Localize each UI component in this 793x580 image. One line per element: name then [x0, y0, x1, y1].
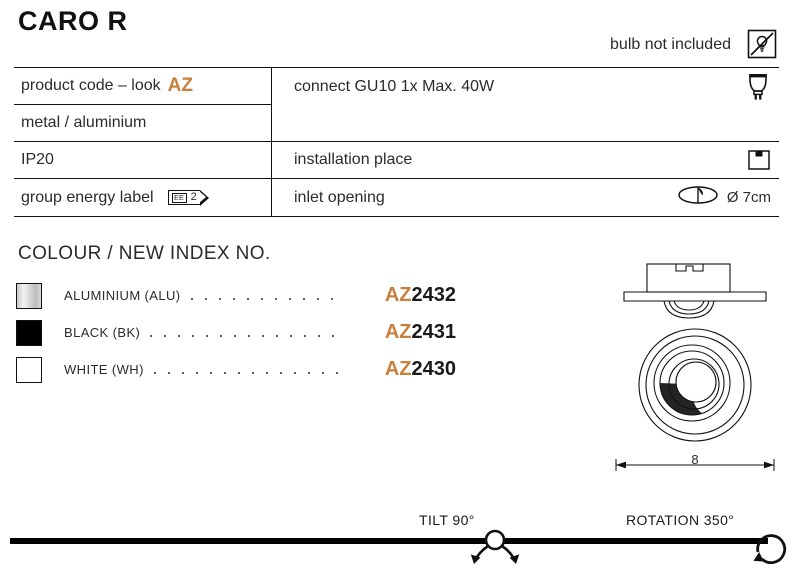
colour-swatch-aluminium — [16, 282, 42, 309]
table-row: IP20 installation place — [14, 142, 779, 179]
product-code-number: 2432 — [411, 284, 457, 306]
spec-cell-empty — [272, 105, 779, 142]
energy-label-badge: EE 2 — [167, 189, 209, 206]
product-code-number: 2430 — [411, 358, 457, 380]
colour-section-heading: COLOUR / NEW INDEX NO. — [18, 243, 271, 264]
product-code-white: AZ2430 — [348, 358, 456, 381]
table-row: product code – look AZ connect GU10 1x M… — [14, 68, 779, 105]
rotation-arrow-icon — [745, 525, 791, 575]
spec-cell-inlet-opening: inlet opening Ø 7cm — [272, 179, 779, 216]
product-code-black: AZ2431 — [348, 321, 456, 344]
inlet-opening-icon — [677, 184, 719, 211]
mounting-bar — [10, 538, 768, 544]
spec-cell-connect: connect GU10 1x Max. 40W — [272, 68, 779, 105]
product-code-prefix: AZ — [384, 358, 412, 380]
bulb-not-included-icon — [747, 29, 777, 59]
rotation-label: ROTATION 350° — [626, 512, 735, 528]
colour-swatch-black — [16, 319, 42, 346]
energy-label-value: 2 — [190, 191, 197, 203]
drawing-dimension-label: 8 — [691, 452, 699, 467]
product-code-prefix: AZ — [384, 284, 412, 306]
dot-leader — [184, 289, 345, 303]
energy-label-code: EE — [171, 192, 187, 203]
list-item[interactable]: BLACK (BK) AZ2431 — [16, 314, 456, 351]
dot-leader — [144, 326, 344, 340]
table-row: group energy label EE 2 inlet opening Ø … — [14, 179, 779, 216]
table-row: metal / aluminium — [14, 105, 779, 142]
colour-name-white: WHITE (WH) — [64, 362, 144, 377]
spec-label-energy-label: group energy label — [21, 188, 154, 206]
spec-label-material: metal / aluminium — [21, 114, 147, 131]
list-item[interactable]: ALUMINIUM (ALU) AZ2432 — [16, 277, 456, 314]
spec-cell-installation-place: installation place — [272, 142, 779, 179]
spec-accent-az: AZ — [167, 75, 193, 96]
page-title: CARO R — [18, 6, 128, 36]
colour-name-black: BLACK (BK) — [64, 325, 141, 340]
spec-label-connect: connect GU10 1x Max. 40W — [294, 77, 495, 95]
ceiling-recessed-icon — [747, 148, 771, 172]
inlet-opening-dimension: Ø 7cm — [726, 189, 771, 206]
product-code-number: 2431 — [411, 321, 457, 343]
spec-cell-energy-label: group energy label EE 2 — [14, 179, 272, 216]
spec-cell-ip-rating: IP20 — [14, 142, 272, 179]
colour-swatch-white — [16, 356, 42, 383]
recessed-downlight-technical-drawing — [600, 252, 790, 482]
spec-label-ip-rating: IP20 — [21, 151, 54, 168]
specification-table: product code – look AZ connect GU10 1x M… — [14, 67, 779, 217]
product-code-prefix: AZ — [384, 321, 412, 343]
energy-label-arrow — [199, 189, 209, 206]
bulb-not-included-label: bulb not included — [610, 36, 731, 53]
spec-cell-product-code: product code – look AZ — [14, 68, 272, 105]
spec-label-installation-place: installation place — [294, 151, 413, 168]
colour-name-aluminium: ALUMINIUM (ALU) — [64, 288, 181, 303]
product-code-aluminium: AZ2432 — [348, 284, 456, 307]
energy-label-box: EE 2 — [167, 190, 200, 205]
list-item[interactable]: WHITE (WH) AZ2430 — [16, 351, 456, 388]
tilt-label: TILT 90° — [419, 512, 475, 528]
colour-index-list: ALUMINIUM (ALU) AZ2432 BLACK (BK) AZ2431… — [16, 277, 456, 388]
spec-label-inlet-opening: inlet opening — [294, 188, 385, 206]
tilt-arrows-icon — [455, 528, 535, 574]
gu10-lamp-icon — [745, 71, 771, 103]
inlet-opening-group: Ø 7cm — [677, 184, 771, 211]
spec-label-product-code: product code – look — [21, 77, 161, 94]
dot-leader — [147, 363, 345, 377]
spec-cell-material: metal / aluminium — [14, 105, 272, 142]
